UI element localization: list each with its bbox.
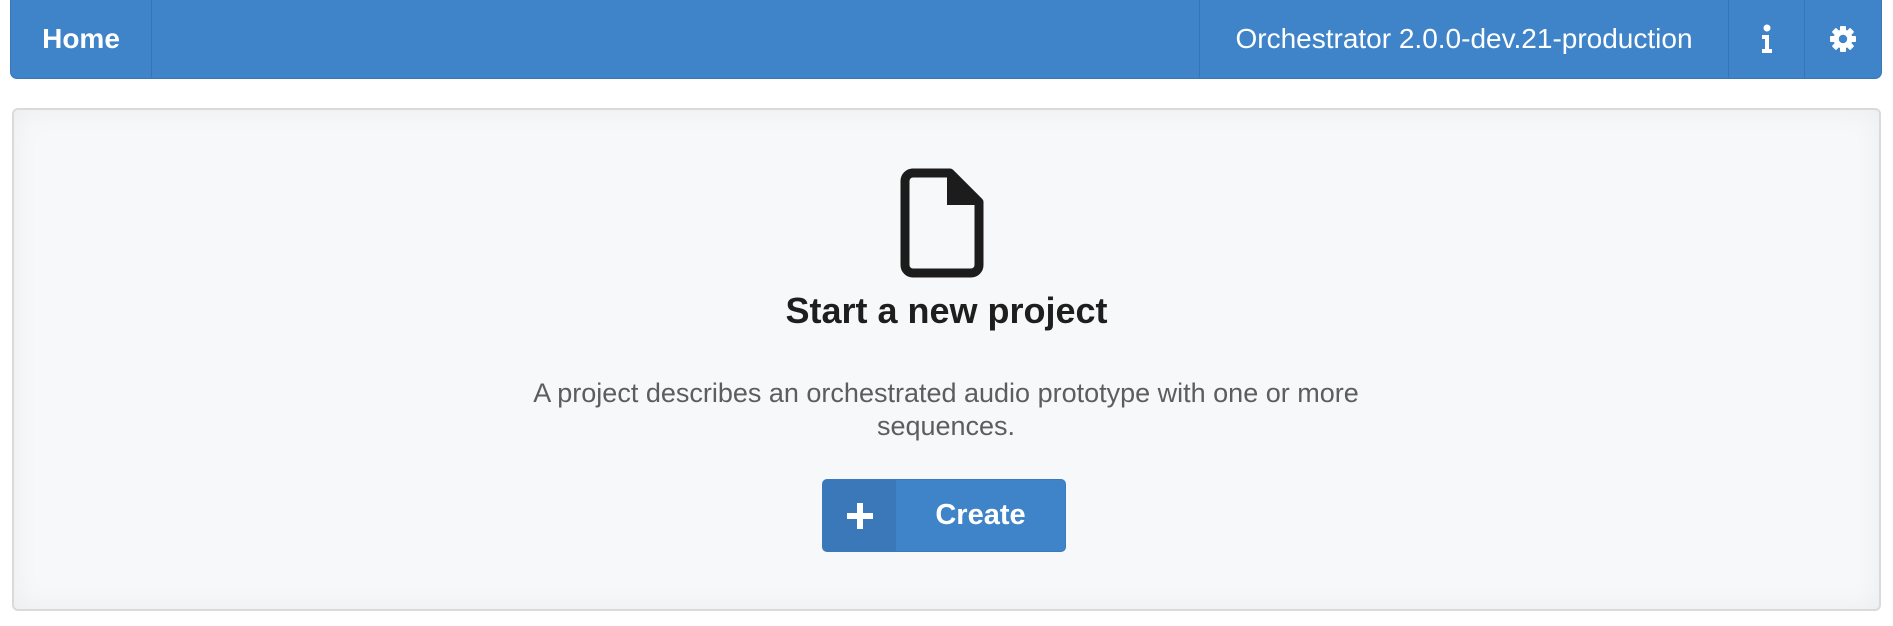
page-description: A project describes an orchestrated audi… (533, 378, 1359, 441)
settings-button[interactable] (1805, 0, 1881, 78)
create-button-label: Create (935, 499, 1026, 531)
page-title: Start a new project (785, 290, 1108, 331)
info-button[interactable] (1729, 0, 1805, 78)
plus-icon-container (823, 480, 896, 551)
plus-icon (846, 502, 873, 529)
document-icon (900, 168, 984, 278)
version-text: Orchestrator 2.0.0-dev.21-production (1235, 23, 1693, 54)
home-label: Home (42, 23, 120, 54)
version-label: Orchestrator 2.0.0-dev.21-production (1199, 0, 1729, 78)
gear-icon (1830, 26, 1856, 52)
home-link[interactable]: Home (11, 0, 152, 78)
navbar-spacer (152, 0, 1199, 78)
create-project-button[interactable]: Create (822, 479, 1066, 552)
info-icon (1761, 24, 1772, 53)
top-navbar: Home Orchestrator 2.0.0-dev.21-productio… (10, 0, 1882, 79)
